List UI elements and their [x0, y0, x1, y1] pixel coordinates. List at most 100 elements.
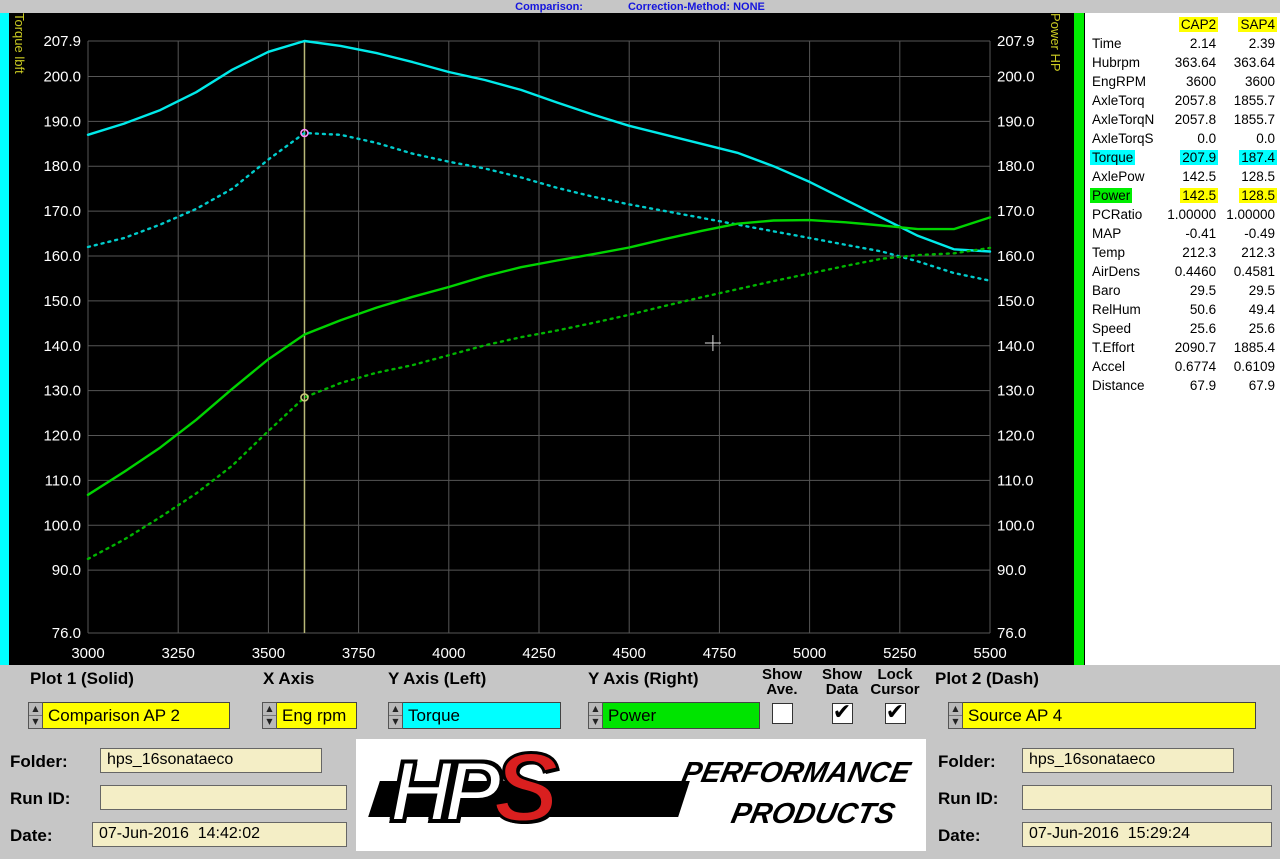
y-tick-left: 130.0 [43, 383, 81, 400]
channel-label: RelHum [1090, 302, 1143, 317]
table-row: AxlePow142.5128.5 [1089, 167, 1278, 186]
table-row: Torque207.9187.4 [1089, 148, 1278, 167]
plot2-combo[interactable]: Source AP 4 [963, 702, 1256, 729]
logo-s-letter: S [493, 732, 550, 842]
x-tick: 3500 [252, 645, 285, 662]
logo-line1: PERFORMANCE [679, 757, 913, 790]
run1-folder-label: Folder: [10, 752, 68, 772]
channel-label: Temp [1090, 245, 1127, 260]
x-tick: 4250 [522, 645, 555, 662]
channel-value: 2.39 [1247, 36, 1277, 51]
table-row: T.Effort 2090.7 1885.4 [1089, 338, 1278, 357]
spin-down-icon[interactable]: ▼ [949, 716, 962, 728]
channel-label: AxleTorqN [1090, 112, 1156, 127]
y-tick-left: 170.0 [43, 203, 81, 220]
channel-value: 29.5 [1188, 283, 1218, 298]
channel-value: 2057.8 [1173, 112, 1218, 127]
channel-value: 128.5 [1239, 188, 1277, 203]
channel-value: 363.64 [1173, 55, 1218, 70]
y-tick-right: 130.0 [997, 383, 1035, 400]
channel-value: 0.6774 [1173, 359, 1218, 374]
xaxis-label: X Axis [263, 669, 314, 689]
show-data-checkbox[interactable]: ✔ [832, 703, 853, 724]
run1-runid-field[interactable] [100, 785, 347, 810]
x-tick: 3250 [162, 645, 195, 662]
channel-value: 1855.7 [1232, 112, 1277, 127]
y-tick-left: 150.0 [43, 293, 81, 310]
spin-up-icon[interactable]: ▲ [29, 703, 42, 716]
y-tick-left: 200.0 [43, 68, 81, 85]
yleft-spinner[interactable]: ▲▼ [388, 702, 403, 729]
yleft-combo[interactable]: Torque [403, 702, 561, 729]
y-tick-left: 140.0 [43, 338, 81, 355]
channel-value: 2057.8 [1173, 93, 1218, 108]
logo-hp-letters: HP [390, 744, 493, 840]
channel-value: 142.5 [1180, 169, 1218, 184]
channel-value: 1885.4 [1232, 340, 1277, 355]
x-tick: 4750 [703, 645, 736, 662]
channel-value: 1.00000 [1165, 207, 1218, 222]
data-table: CAP2SAP4Time2.142.39Hubrpm363.64363.64En… [1089, 15, 1278, 395]
table-row: Hubrpm363.64363.64 [1089, 53, 1278, 72]
dyno-app-window: Comparison: Correction-Method: NONE 76.0… [0, 0, 1280, 859]
hps-logo: HPS PERFORMANCE PRODUCTS [356, 739, 926, 851]
channel-label: Power [1090, 188, 1132, 203]
run1-folder-field[interactable]: hps_16sonataeco [100, 748, 322, 773]
spin-down-icon[interactable]: ▼ [29, 716, 42, 728]
channel-value: 49.4 [1247, 302, 1277, 317]
logo-line2: PRODUCTS [728, 798, 904, 831]
channel-label: AxleTorq [1090, 93, 1147, 108]
y-tick-left: 190.0 [43, 113, 81, 130]
left-edge-strip [0, 13, 9, 665]
run1-runid-label: Run ID: [10, 789, 70, 809]
plot1-spinner[interactable]: ▲▼ [28, 702, 43, 729]
channel-value: 2090.7 [1173, 340, 1218, 355]
xaxis-selector-group: ▲▼ Eng rpm [262, 702, 357, 729]
lock-cursor-checkbox[interactable]: ✔ [885, 703, 906, 724]
run2-date-field[interactable]: 07-Jun-2016 15:29:24 [1022, 822, 1272, 847]
y-tick-left: 207.9 [43, 33, 81, 50]
channel-label: PCRatio [1090, 207, 1144, 222]
xaxis-combo[interactable]: Eng rpm [277, 702, 357, 729]
left-axis-title: Torque lbft [12, 13, 27, 665]
spin-down-icon[interactable]: ▼ [389, 716, 402, 728]
table-row: RelHum50.649.4 [1089, 300, 1278, 319]
channel-value: 1855.7 [1232, 93, 1277, 108]
right-edge-strip [1074, 13, 1084, 665]
yright-spinner[interactable]: ▲▼ [588, 702, 603, 729]
spin-down-icon[interactable]: ▼ [263, 716, 276, 728]
x-tick: 4000 [432, 645, 465, 662]
y-tick-right: 170.0 [997, 203, 1035, 220]
channel-value: 0.0 [1195, 131, 1218, 146]
right-axis-title: Power HP [1048, 13, 1063, 665]
run2-runid-field[interactable] [1022, 785, 1272, 810]
comparison-label: Comparison: [515, 1, 583, 13]
plot1-combo[interactable]: Comparison AP 2 [43, 702, 230, 729]
run2-folder-field[interactable]: hps_16sonataeco [1022, 748, 1234, 773]
y-tick-right: 160.0 [997, 248, 1035, 265]
xaxis-spinner[interactable]: ▲▼ [262, 702, 277, 729]
channel-label: Speed [1090, 321, 1133, 336]
run1-date-field[interactable]: 07-Jun-2016 14:42:02 [92, 822, 347, 847]
spin-up-icon[interactable]: ▲ [589, 703, 602, 716]
control-panel: Plot 1 (Solid) X Axis Y Axis (Left) Y Ax… [0, 665, 1280, 859]
channel-value: 29.5 [1247, 283, 1277, 298]
show-ave-checkbox[interactable] [772, 703, 793, 724]
channel-label: T.Effort [1090, 340, 1137, 355]
table-row: Temp212.3212.3 [1089, 243, 1278, 262]
spin-up-icon[interactable]: ▲ [263, 703, 276, 716]
plot2-label: Plot 2 (Dash) [935, 669, 1039, 689]
y-tick-right: 180.0 [997, 158, 1035, 175]
spin-up-icon[interactable]: ▲ [389, 703, 402, 716]
dyno-chart[interactable]: 76.076.090.090.0100.0100.0110.0110.0120.… [0, 13, 1085, 665]
yright-combo[interactable]: Power [603, 702, 760, 729]
run1-date-label: Date: [10, 826, 53, 846]
plot1-selector-group: ▲▼ Comparison AP 2 [28, 702, 230, 729]
spin-up-icon[interactable]: ▲ [949, 703, 962, 716]
table-row: EngRPM36003600 [1089, 72, 1278, 91]
spin-down-icon[interactable]: ▼ [589, 716, 602, 728]
run2-date-label: Date: [938, 826, 981, 846]
channel-value: 212.3 [1180, 245, 1218, 260]
plot2-spinner[interactable]: ▲▼ [948, 702, 963, 729]
status-bar: Comparison: Correction-Method: NONE [0, 0, 1280, 13]
